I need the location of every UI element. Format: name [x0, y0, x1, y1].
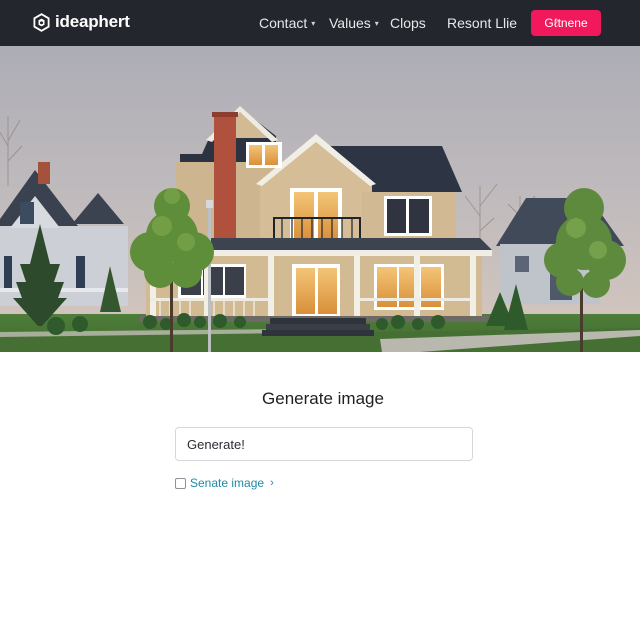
brand-logo[interactable]: ideaphert — [33, 12, 130, 32]
nav-item-values[interactable]: Values ▾ — [329, 15, 379, 31]
checkbox-label: Senate image — [190, 476, 265, 490]
brand-name: ideaphert — [55, 12, 130, 31]
nav-item-label: Clops — [390, 15, 426, 31]
senate-image-option[interactable]: Senate image › — [175, 476, 274, 490]
prompt-input[interactable] — [175, 427, 473, 461]
chevron-right-icon: › — [270, 477, 274, 489]
page-title: Generate image — [262, 389, 384, 408]
nav-item-clops[interactable]: Clops — [390, 15, 426, 31]
chevron-down-icon: ▾ — [311, 18, 316, 28]
chevron-down-icon: ▾ — [374, 18, 379, 28]
navbar: ideaphert Contact ▾ Values ▾ Clops Reson… — [0, 0, 640, 46]
checkbox[interactable] — [175, 477, 186, 489]
nav-item-resont-llie[interactable]: Resont Llie — [447, 15, 517, 31]
cta-button[interactable]: Gℓtnene — [531, 10, 601, 36]
nav-item-label: Contact — [259, 15, 308, 31]
nav-item-label: Values — [329, 15, 371, 31]
nav-item-contact[interactable]: Contact ▾ — [259, 15, 315, 31]
hero-image — [0, 46, 640, 352]
nav-item-label: Resont Llie — [447, 15, 518, 31]
hexagon-logo-icon — [33, 12, 50, 32]
